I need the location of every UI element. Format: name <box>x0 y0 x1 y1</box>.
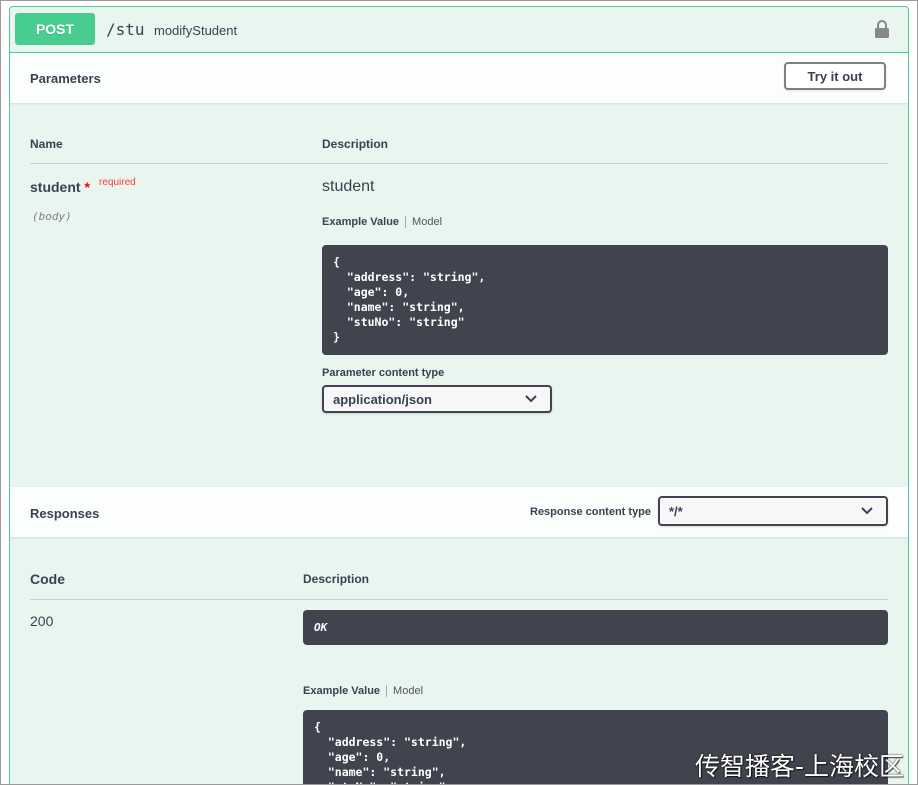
watermark-text: 传智播客-上海校区 <box>695 752 905 781</box>
response-content-type-select[interactable]: */* <box>658 496 888 526</box>
param-description: student <box>322 178 375 195</box>
response-code-column-header: Code <box>30 571 65 587</box>
param-content-type-label: Parameter content type <box>322 367 445 379</box>
param-description-column-header: Description <box>322 137 389 151</box>
endpoint-path: /stu <box>106 20 145 39</box>
try-it-out-button[interactable]: Try it out <box>784 62 886 90</box>
response-example-tabs: Example Value Model <box>303 685 423 697</box>
response-status-description: OK <box>303 610 888 645</box>
response-content-type-label: Response content type <box>530 506 652 518</box>
model-tab[interactable]: Model <box>387 685 423 697</box>
response-code: 200 <box>30 613 54 629</box>
parameters-title: Parameters <box>30 71 101 86</box>
example-value-tab[interactable]: Example Value <box>322 216 407 228</box>
response-content-type-value: */* <box>669 503 683 519</box>
param-name: student * <box>30 179 90 195</box>
param-content-type-select[interactable]: application/json <box>322 385 552 413</box>
param-location: (body) <box>32 210 72 223</box>
response-table-divider <box>30 599 888 600</box>
browser-viewport: POST /stu modifyStudent Parameters Try i… <box>0 0 918 785</box>
responses-title: Responses <box>30 506 100 521</box>
method-badge: POST <box>15 13 95 45</box>
chevron-down-icon <box>861 507 873 515</box>
example-value-tab[interactable]: Example Value <box>303 685 388 697</box>
operation-description: modifyStudent <box>154 23 238 38</box>
param-content-type-value: application/json <box>333 391 432 407</box>
param-table-divider <box>30 163 888 164</box>
lock-icon[interactable] <box>874 19 890 39</box>
chevron-down-icon <box>525 395 537 403</box>
model-tab[interactable]: Model <box>406 216 442 228</box>
operation-summary[interactable]: POST /stu modifyStudent <box>10 7 908 53</box>
required-star: * <box>84 179 90 195</box>
required-label: required <box>99 177 136 188</box>
operation-block-post: POST /stu modifyStudent Parameters Try i… <box>9 6 909 784</box>
param-example-code: { "address": "string", "age": 0, "name":… <box>322 245 888 355</box>
parameters-header: Parameters Try it out <box>10 53 908 103</box>
param-name-column-header: Name <box>30 137 63 151</box>
param-name-text: student <box>30 179 81 195</box>
param-example-tabs: Example Value Model <box>322 216 442 228</box>
response-description-column-header: Description <box>303 572 370 586</box>
responses-header: Responses Response content type */* <box>10 487 908 537</box>
